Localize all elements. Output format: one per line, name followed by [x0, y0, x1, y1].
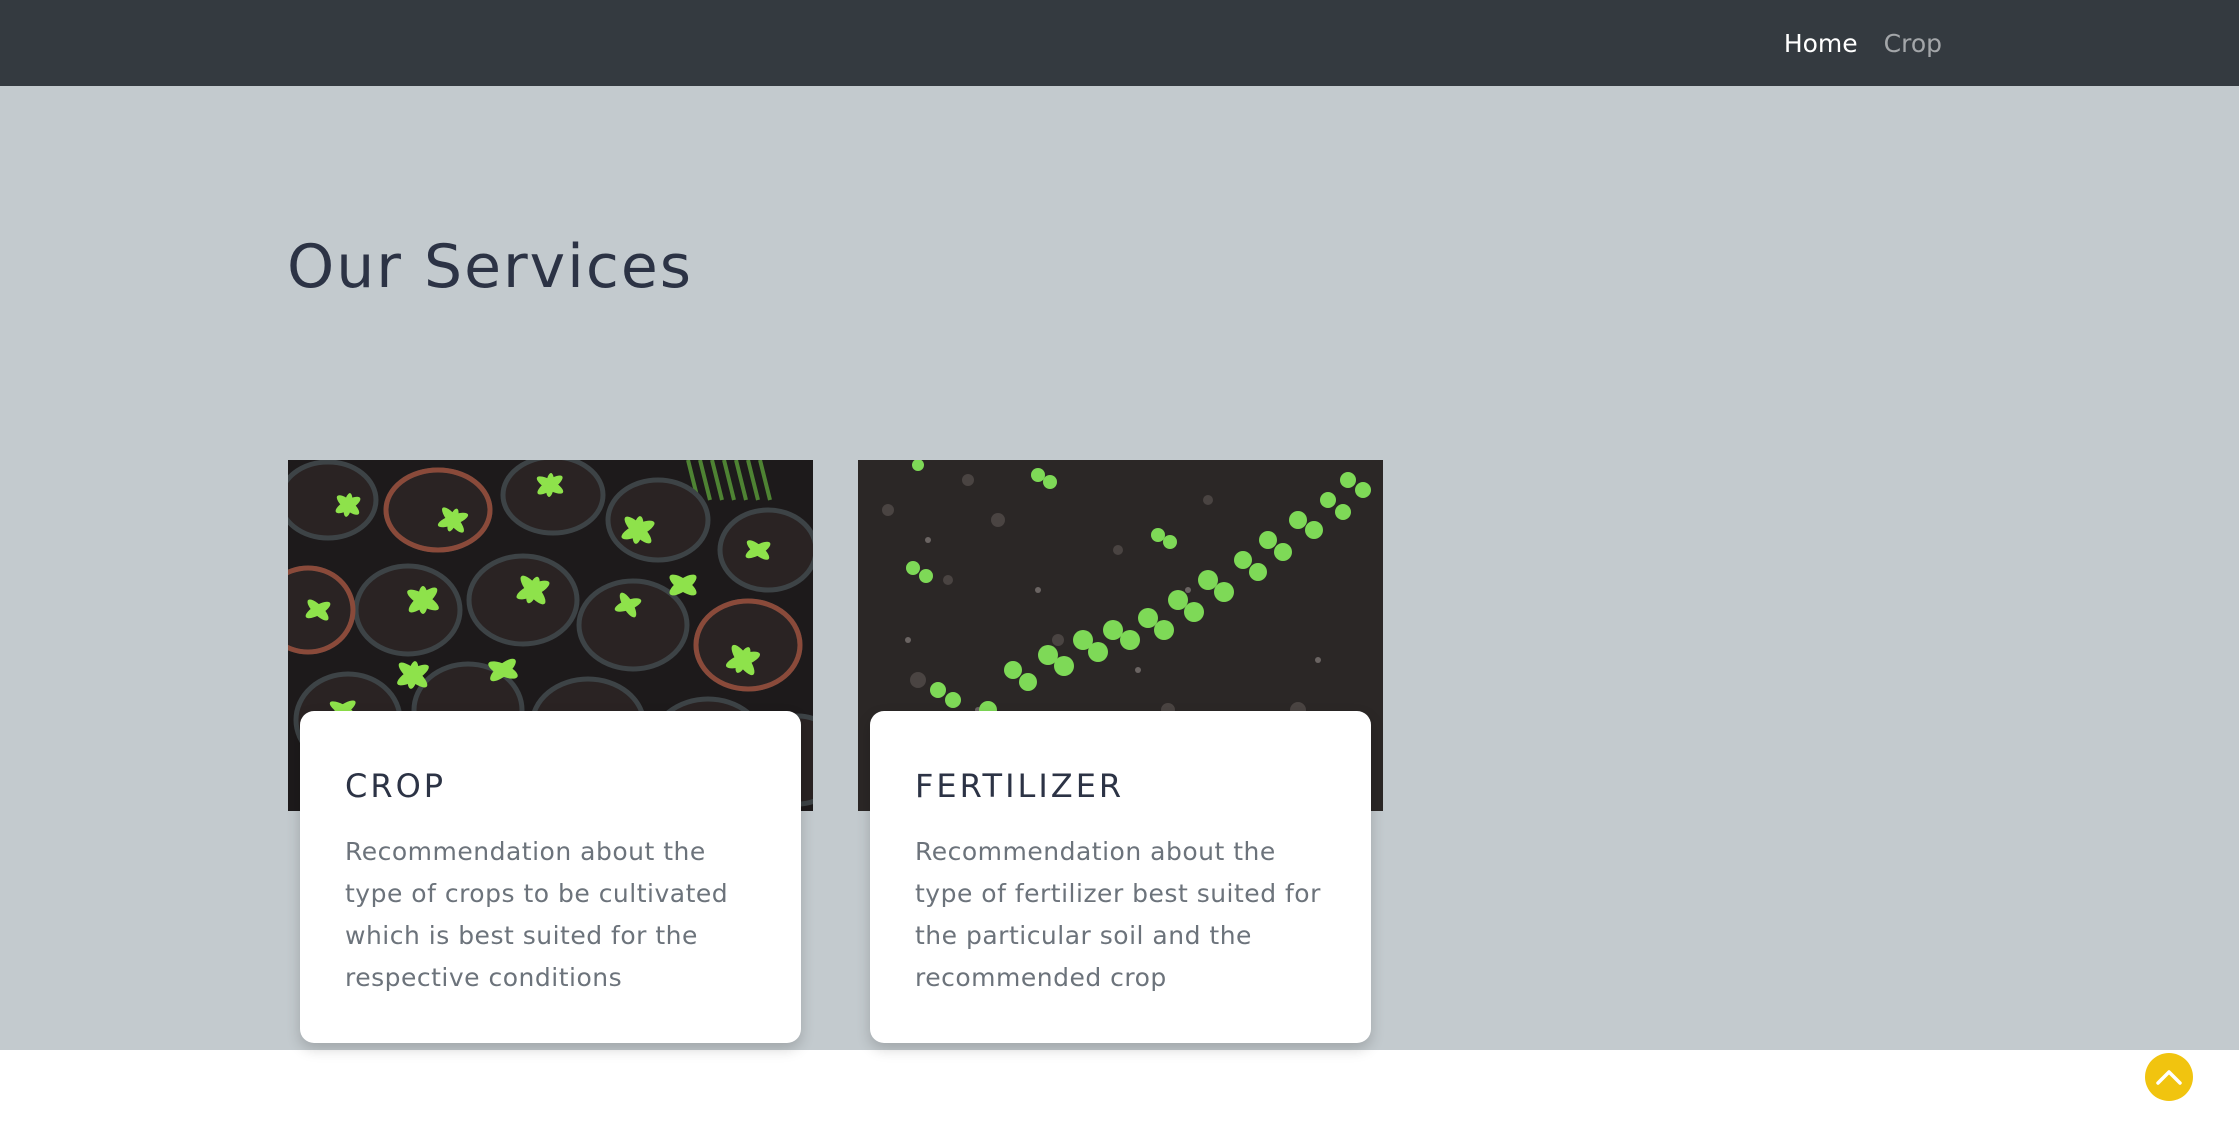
services-section: Our Services CROP Recommendation about t… [0, 86, 2239, 1050]
service-card-crop[interactable]: CROP Recommendation about the type of cr… [288, 460, 813, 1043]
service-card-text: Recommendation about the type of crops t… [345, 837, 729, 992]
chevron-up-icon [2156, 1070, 2182, 1085]
scroll-to-top-button[interactable] [2145, 1053, 2193, 1101]
nav-links: Home Crop [1784, 0, 1942, 86]
service-card-fertilizer[interactable]: FERTILIZER Recommendation about the type… [858, 460, 1383, 1043]
navbar: Home Crop [0, 0, 2239, 86]
service-card-title: FERTILIZER [915, 767, 1125, 805]
nav-link-home[interactable]: Home [1784, 29, 1858, 58]
service-card-title: CROP [345, 767, 447, 805]
service-card-body: FERTILIZER Recommendation about the type… [870, 711, 1371, 1043]
section-title: Our Services [287, 232, 694, 302]
service-card-text: Recommendation about the type of fertili… [915, 837, 1321, 992]
service-card-body: CROP Recommendation about the type of cr… [300, 711, 801, 1043]
nav-link-crop[interactable]: Crop [1884, 29, 1942, 58]
